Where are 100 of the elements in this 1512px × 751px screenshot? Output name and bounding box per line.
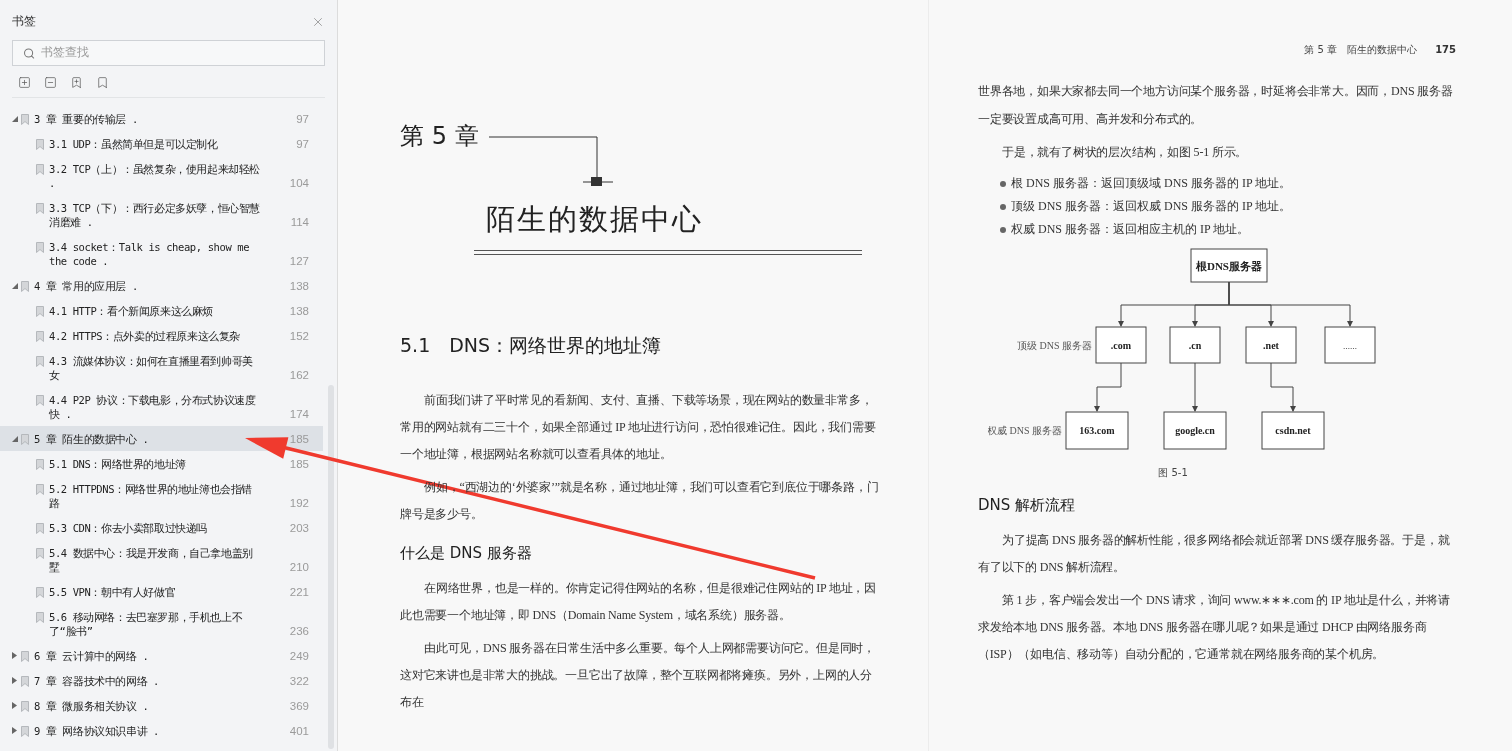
expand-all-icon[interactable] <box>18 76 31 89</box>
bookmark-icon <box>21 701 29 712</box>
bookmark-item[interactable]: 6 章 云计算中的网络 . 249 <box>0 643 323 668</box>
bookmark-item[interactable]: 3.2 TCP（上）：虽然复杂，使用起来却轻松 . 104 <box>0 156 323 195</box>
bookmark-label: 5.2 HTTPDNS：网络世界的地址簿也会指错路 <box>49 482 253 510</box>
bookmark-item[interactable]: 4.4 P2P 协议：下载电影，分布式协议速度快 . 174 <box>0 387 323 426</box>
bookmark-icon <box>36 356 44 367</box>
collapse-all-icon[interactable] <box>44 76 57 89</box>
section-heading: DNS 解析流程 <box>978 495 1077 516</box>
paragraph: 在网络世界，也是一样的。你肯定记得住网站的名称，但是很难记住网站的 IP 地址，因此也需要一个地址簿，即 DNS（Domain Name System，域名系统）服务器。 <box>400 579 878 624</box>
bookmark-icon <box>36 306 44 317</box>
page-number: 138 <box>289 279 309 293</box>
page-number: 322 <box>289 674 309 688</box>
bookmark-item[interactable]: 5.3 CDN：你去小卖部取过快递吗 203 <box>0 515 323 540</box>
page-number: 203 <box>289 521 309 535</box>
page-number: 192 <box>289 496 309 510</box>
bookmark-label: 5.6 移动网络：去巴塞罗那，手机也上不了“脸书” <box>49 610 244 638</box>
tree-node: .net <box>1245 326 1297 364</box>
bookmark-item[interactable]: 7 章 容器技术中的网络 . 322 <box>0 668 323 693</box>
bookmark-label: 5.4 数据中心：我是开发商，自己拿地盖别墅 <box>49 546 254 574</box>
bookmark-icon <box>36 523 44 534</box>
page-number: 97 <box>296 112 309 126</box>
bookmark-icon <box>36 139 44 150</box>
bookmark-item[interactable]: 5 章 陌生的数据中心 . 185 <box>0 426 323 451</box>
paragraph: 前面我们讲了平时常见的看新闻、支付、直播、下载等场景，现在网站的数量非常多，常用的网站就有二三十个，如果全部通过 IP 地址进行访问，恐怕很难记住。因此，我们需要一个地址簿，根据网站名称就可以查看具体的地址。 <box>400 392 877 463</box>
bookmark-label: 3.4 socket：Talk is cheap, show me the code . <box>49 240 251 268</box>
bookmark-label: 8 章 微服务相关协议 . <box>34 699 150 713</box>
bookmark-label: 4.2 HTTPS：点外卖的过程原来这么复杂 <box>49 329 242 343</box>
add-bookmark-icon[interactable] <box>70 76 83 89</box>
bookmark-label: 3.1 UDP：虽然简单但是可以定制化 <box>49 137 219 151</box>
bookmark-label: 5.5 VPN：朝中有人好做官 <box>49 585 177 599</box>
connector-arrow <box>1270 362 1296 412</box>
bookmark-item[interactable]: 3.1 UDP：虽然简单但是可以定制化 97 <box>0 131 323 156</box>
page-number: 174 <box>289 407 309 421</box>
bookmark-icon <box>21 676 29 687</box>
bookmark-icon <box>36 548 44 559</box>
bullet-text: 顶级 DNS 服务器：返回权威 DNS 服务器的 IP 地址。 <box>1011 198 1292 215</box>
bookmark-label: 4 章 常用的应用层 . <box>34 279 139 293</box>
paragraph: 第 1 步，客户端会发出一个 DNS 请求，询问 www.∗∗∗.com 的 IP 地址是什么，并将请求发给本地 DNS 服务器。本地 DNS 服务器在哪儿呢？如果是通过 DHCP 由网络服务商（ISP）（如电信、移动等）自动分配的，它通常就在网络服务商的某个机房。 <box>978 591 1451 663</box>
bookmark-item[interactable]: 3.4 socket：Talk is cheap, show me the code . 127 <box>0 234 323 273</box>
scrollbar-thumb[interactable] <box>328 385 334 749</box>
close-icon[interactable] <box>311 15 325 29</box>
page-number: 175 <box>1435 43 1456 57</box>
page-number: 401 <box>289 724 309 738</box>
page-number: 97 <box>296 137 309 151</box>
bookmark-icon <box>36 203 44 214</box>
bookmark-item[interactable]: 5.1 DNS：网络世界的地址簿 185 <box>0 451 323 476</box>
page-number: 221 <box>289 585 309 599</box>
bookmark-label: 3.2 TCP（上）：虽然复杂，使用起来却轻松 . <box>49 162 261 190</box>
bookmark-item[interactable]: 4.3 流媒体协议：如何在直播里看到帅哥美女 162 <box>0 348 323 387</box>
bullet-text: 权威 DNS 服务器：返回相应主机的 IP 地址。 <box>1011 221 1250 238</box>
tree-node: csdn.net <box>1261 411 1325 450</box>
search-icon <box>23 46 36 60</box>
figure-caption: 图 5-1 <box>1158 466 1188 480</box>
connector-arrow <box>1192 362 1198 412</box>
bookmark-item[interactable]: 3 章 重要的传输层 . 97 <box>0 106 323 131</box>
page-number: 185 <box>289 457 309 471</box>
tree-node: .com <box>1095 326 1147 364</box>
bookmark-label: 7 章 容器技术中的网络 . <box>34 674 160 688</box>
bookmark-icon <box>36 612 44 623</box>
bookmark-item[interactable]: 8 章 微服务相关协议 . 369 <box>0 693 323 718</box>
bookmark-label: 6 章 云计算中的网络 . <box>34 649 150 663</box>
page-number: 249 <box>289 649 309 663</box>
bookmark-item[interactable]: 5.6 移动网络：去巴塞罗那，手机也上不了“脸书” 236 <box>0 604 323 643</box>
paragraph: 世界各地，如果大家都去同一个地方访问某个服务器，时延将会非常大。因而，DNS 服务器一定要设置成高可用、高并发和分布式的。 <box>978 83 1454 128</box>
bookmark-item[interactable]: 5.2 HTTPDNS：网络世界的地址簿也会指错路 192 <box>0 476 323 515</box>
bookmark-icon <box>36 459 44 470</box>
page-number: 114 <box>290 215 309 229</box>
bookmark-icon <box>36 164 44 175</box>
bookmark-icon[interactable] <box>96 76 109 89</box>
tree-node: 163.com <box>1065 411 1129 450</box>
bookmark-item[interactable]: 3.3 TCP（下）：西行必定多妖孽，恒心智慧消磨难 . 114 <box>0 195 323 234</box>
bookmark-item[interactable]: 4.2 HTTPS：点外卖的过程原来这么复杂 152 <box>0 323 323 348</box>
bookmark-icon <box>36 587 44 598</box>
page-number: 127 <box>289 254 309 268</box>
chapter-title: 陌生的数据中心 <box>486 201 704 238</box>
page-number: 138 <box>289 304 309 318</box>
bookmark-item[interactable]: 4.1 HTTP：看个新闻原来这么麻烦 138 <box>0 298 323 323</box>
bookmark-item[interactable]: 5.5 VPN：朝中有人好做官 221 <box>0 579 323 604</box>
bookmark-label: 3 章 重要的传输层 . <box>34 112 139 126</box>
bookmark-icon <box>36 484 44 495</box>
connector-arrow <box>1094 362 1122 412</box>
page-number: 104 <box>289 176 309 190</box>
bookmark-label: 9 章 网络协议知识串讲 . <box>34 724 160 738</box>
bookmark-icon <box>21 114 29 125</box>
bookmark-item[interactable]: 4 章 常用的应用层 . 138 <box>0 273 323 298</box>
tree-node: google.cn <box>1163 411 1227 450</box>
bookmark-item[interactable]: 9 章 网络协议知识串讲 . 401 <box>0 718 323 743</box>
bookmark-label: 4.3 流媒体协议：如何在直播里看到帅哥美女 <box>49 354 254 382</box>
running-head: 第 5 章 陌生的数据中心 <box>1304 43 1418 57</box>
page-number: 162 <box>289 368 309 382</box>
bookmark-icon <box>21 726 29 737</box>
search-field[interactable]: 书签查找 <box>12 40 325 66</box>
bookmark-label: 3.3 TCP（下）：西行必定多妖孽，恒心智慧消磨难 . <box>49 201 261 229</box>
bookmark-icon <box>21 434 29 445</box>
bullet-icon <box>1000 226 1006 233</box>
row-label: 顶级 DNS 服务器 <box>1017 340 1092 351</box>
search-input: 书签查找 <box>41 44 314 62</box>
bookmark-item[interactable]: 5.4 数据中心：我是开发商，自己拿地盖别墅 210 <box>0 540 323 579</box>
page-number: 236 <box>289 624 309 638</box>
